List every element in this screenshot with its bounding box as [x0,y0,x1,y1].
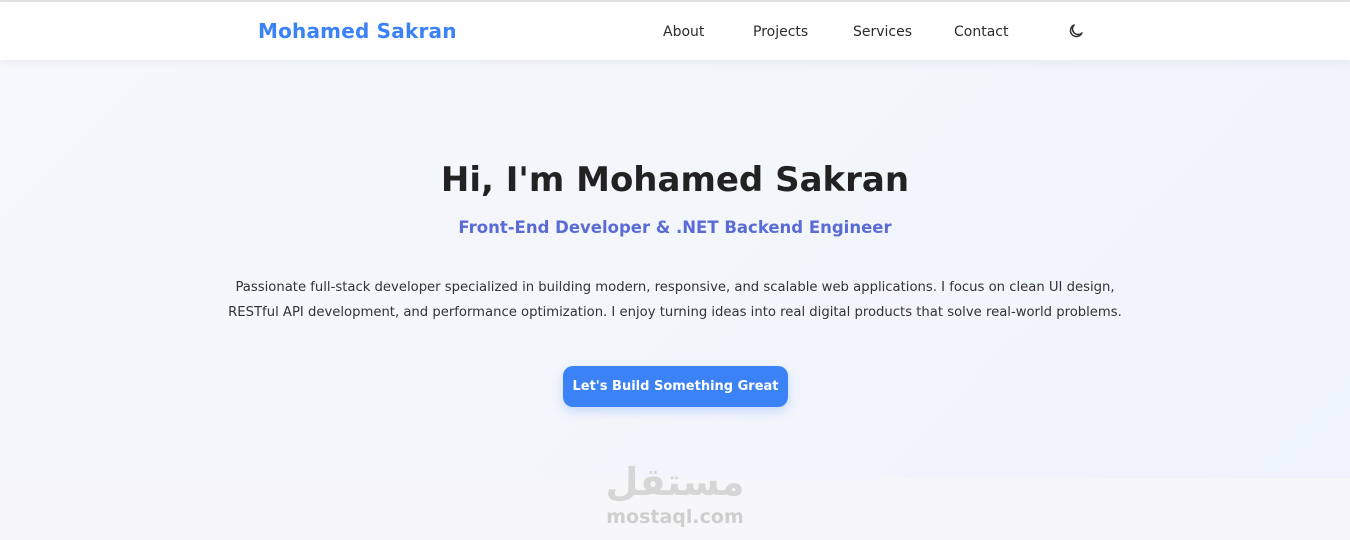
navbar: Mohamed Sakran About Projects Services C… [0,2,1350,60]
mostaql-watermark: مستقل mostaql.com [600,458,750,528]
moon-icon [1069,24,1083,38]
hero-section: Hi, I'm Mohamed Sakran Front-End Develop… [0,60,1350,479]
nav-link-projects[interactable]: Projects [753,24,808,40]
hero-description: Passionate full-stack developer speciali… [228,280,1122,320]
theme-toggle-button[interactable] [1067,22,1085,40]
hero-subtitle: Front-End Developer & .NET Backend Engin… [458,218,892,237]
watermark-latin: mostaql.com [606,506,744,528]
brand-logo[interactable]: Mohamed Sakran [258,19,457,43]
watermark-arabic: مستقل [605,460,745,504]
hero-title: Hi, I'm Mohamed Sakran [440,160,910,200]
nav-link-contact[interactable]: Contact [954,24,1008,40]
nav-link-services[interactable]: Services [853,24,912,40]
nav-link-about[interactable]: About [663,24,704,40]
cta-button[interactable]: Let's Build Something Great [563,366,788,407]
